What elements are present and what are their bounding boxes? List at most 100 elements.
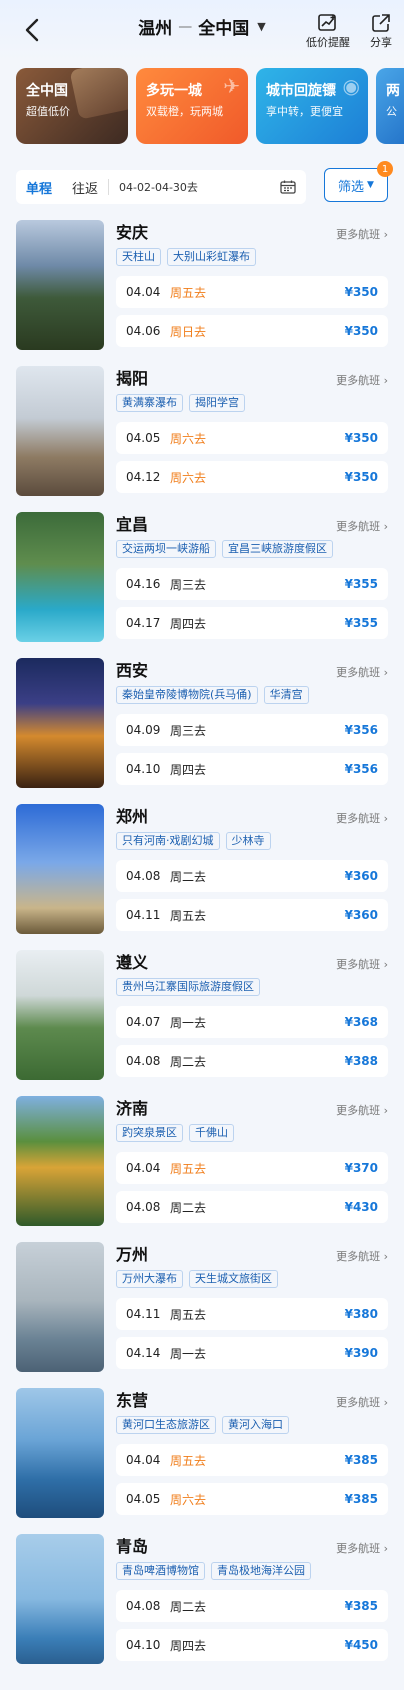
- destination-card[interactable]: 安庆 更多航班 › 天柱山 大别山彩虹瀑布 04.04 周五去 ¥350 04.06 周日去 ¥3…: [16, 214, 388, 360]
- flight-option-row[interactable]: 04.05 周六去 ¥350: [116, 422, 388, 454]
- more-flights-link[interactable]: 更多航班 ›: [336, 664, 388, 680]
- flight-option-row[interactable]: 04.08 周二去 ¥385: [116, 1590, 388, 1622]
- attraction-tag[interactable]: 黄满寨瀑布: [116, 394, 183, 412]
- destination-photo[interactable]: [16, 950, 104, 1080]
- attraction-tag[interactable]: 贵州乌江寨国际旅游度假区: [116, 978, 260, 996]
- destination-photo[interactable]: [16, 366, 104, 496]
- destination-card[interactable]: 遵义 更多航班 › 贵州乌江寨国际旅游度假区 04.07 周一去 ¥368 04.08 周二去…: [16, 944, 388, 1090]
- flight-price: ¥380: [344, 1307, 378, 1321]
- attraction-tag[interactable]: 天生城文旅街区: [189, 1270, 278, 1288]
- route-dash-icon: —: [178, 18, 193, 35]
- attraction-tag[interactable]: 天柱山: [116, 248, 161, 266]
- flight-price: ¥368: [344, 1015, 378, 1029]
- destination-card[interactable]: 宜昌 更多航班 › 交运两坝一峡游船 宜昌三峡旅游度假区 04.16 周三去 ¥355 04.…: [16, 506, 388, 652]
- attraction-tag[interactable]: 黄河入海口: [222, 1416, 289, 1434]
- more-flights-link[interactable]: 更多航班 ›: [336, 372, 388, 388]
- destination-card[interactable]: 青岛 更多航班 › 青岛啤酒博物馆 青岛极地海洋公园 04.08 周二去 ¥385 04.10…: [16, 1528, 388, 1674]
- attraction-tag[interactable]: 青岛极地海洋公园: [211, 1562, 311, 1580]
- destination-card[interactable]: 万州 更多航班 › 万州大瀑布 天生城文旅街区 04.11 周五去 ¥380 04.14 周一去…: [16, 1236, 388, 1382]
- flight-date: 04.11: [126, 908, 161, 922]
- destination-photo[interactable]: [16, 658, 104, 788]
- destination-photo[interactable]: [16, 1534, 104, 1664]
- filter-button[interactable]: 筛选 ▼ 1: [324, 161, 393, 202]
- more-flights-link[interactable]: 更多航班 ›: [336, 518, 388, 534]
- destination-card[interactable]: 济南 更多航班 › 趵突泉景区 千佛山 04.04 周五去 ¥370 04.08 周二去 ¥430: [16, 1090, 388, 1236]
- destination-photo[interactable]: [16, 1096, 104, 1226]
- share-button[interactable]: 分享: [370, 12, 392, 50]
- attraction-tag[interactable]: 黄河口生态旅游区: [116, 1416, 216, 1434]
- flight-option-row[interactable]: 04.08 周二去 ¥430: [116, 1191, 388, 1223]
- flight-weekday: 周五去: [170, 908, 207, 923]
- more-flights-link[interactable]: 更多航班 ›: [336, 956, 388, 972]
- attraction-tag[interactable]: 只有河南·戏剧幻城: [116, 832, 220, 850]
- more-flights-label: 更多航班: [336, 1542, 381, 1555]
- attraction-tag[interactable]: 千佛山: [189, 1124, 234, 1142]
- promo-card-two-cities[interactable]: ✈ 多玩一城 双载橙，玩两城: [136, 68, 248, 144]
- flight-weekday: 周一去: [170, 1346, 207, 1361]
- tab-oneway[interactable]: 单程: [16, 170, 62, 204]
- promo-card-partial[interactable]: 两 公: [376, 68, 404, 144]
- more-flights-link[interactable]: 更多航班 ›: [336, 1540, 388, 1556]
- attraction-tag[interactable]: 趵突泉景区: [116, 1124, 183, 1142]
- destination-card[interactable]: 西安 更多航班 › 秦始皇帝陵博物院(兵马俑) 华清宫 04.09 周三去 ¥356 04.1…: [16, 652, 388, 798]
- date-range[interactable]: 04-02-04-30去: [109, 179, 280, 195]
- destination-info: 宜昌 更多航班 › 交运两坝一峡游船 宜昌三峡旅游度假区 04.16 周三去 ¥355 04.…: [116, 512, 388, 652]
- promo-title: 全中国: [26, 83, 68, 99]
- flight-option-row[interactable]: 04.04 周五去 ¥385: [116, 1444, 388, 1476]
- flight-option-row[interactable]: 04.14 周一去 ¥390: [116, 1337, 388, 1369]
- destination-photo[interactable]: [16, 220, 104, 350]
- flight-option-row[interactable]: 04.06 周日去 ¥350: [116, 315, 388, 347]
- attraction-tag[interactable]: 交运两坝一峡游船: [116, 540, 216, 558]
- flight-option-row[interactable]: 04.07 周一去 ¥368: [116, 1006, 388, 1038]
- flight-option-row[interactable]: 04.12 周六去 ¥350: [116, 461, 388, 493]
- flight-option-row[interactable]: 04.09 周三去 ¥356: [116, 714, 388, 746]
- destination-card[interactable]: 郑州 更多航班 › 只有河南·戏剧幻城 少林寺 04.08 周二去 ¥360 04.11 周五去…: [16, 798, 388, 944]
- attraction-tag[interactable]: 秦始皇帝陵博物院(兵马俑): [116, 686, 258, 704]
- attraction-tag[interactable]: 青岛啤酒博物馆: [116, 1562, 205, 1580]
- more-flights-link[interactable]: 更多航班 ›: [336, 1102, 388, 1118]
- promo-card-boomerang[interactable]: ◉ 城市回旋镖 享中转，更便宜: [256, 68, 368, 144]
- promo-carousel[interactable]: 全中国 超值低价 ✈ 多玩一城 双载橙，玩两城 ◉ 城市回旋镖 享中转，更便宜 …: [0, 60, 404, 148]
- destination-photo[interactable]: [16, 1242, 104, 1372]
- flight-weekday: 周五去: [170, 1453, 207, 1468]
- attraction-tag[interactable]: 大别山彩虹瀑布: [167, 248, 256, 266]
- attraction-tags: 黄满寨瀑布 揭阳学宫: [116, 394, 388, 414]
- flight-option-row[interactable]: 04.08 周二去 ¥388: [116, 1045, 388, 1077]
- attraction-tag[interactable]: 少林寺: [225, 832, 271, 850]
- flight-price: ¥356: [344, 762, 378, 776]
- flight-option-row[interactable]: 04.17 周四去 ¥355: [116, 607, 388, 639]
- flight-option-row[interactable]: 04.04 周五去 ¥370: [116, 1152, 388, 1184]
- flight-option-row[interactable]: 04.04 周五去 ¥350: [116, 276, 388, 308]
- more-flights-link[interactable]: 更多航班 ›: [336, 1248, 388, 1264]
- destination-photo[interactable]: [16, 804, 104, 934]
- promo-card-all-china[interactable]: 全中国 超值低价: [16, 68, 128, 144]
- destination-card[interactable]: 东营 更多航班 › 黄河口生态旅游区 黄河入海口 04.04 周五去 ¥385 04.05 周六…: [16, 1382, 388, 1528]
- calendar-icon[interactable]: [280, 180, 296, 194]
- attraction-tag[interactable]: 揭阳学宫: [189, 394, 245, 412]
- destination-card[interactable]: 揭阳 更多航班 › 黄满寨瀑布 揭阳学宫 04.05 周六去 ¥350 04.12 周六去 ¥35…: [16, 360, 388, 506]
- flight-date: 04.05: [126, 1492, 161, 1506]
- flight-option-row[interactable]: 04.05 周六去 ¥385: [116, 1483, 388, 1515]
- flight-option-row[interactable]: 04.08 周二去 ¥360: [116, 860, 388, 892]
- flight-option-row[interactable]: 04.11 周五去 ¥360: [116, 899, 388, 931]
- flight-option-row[interactable]: 04.10 周四去 ¥450: [116, 1629, 388, 1661]
- attraction-tag[interactable]: 万州大瀑布: [116, 1270, 183, 1288]
- more-flights-label: 更多航班: [336, 1250, 381, 1263]
- more-flights-link[interactable]: 更多航班 ›: [336, 810, 388, 826]
- more-flights-link[interactable]: 更多航班 ›: [336, 226, 388, 242]
- destination-photo[interactable]: [16, 1388, 104, 1518]
- flight-option-row[interactable]: 04.11 周五去 ¥380: [116, 1298, 388, 1330]
- flight-weekday: 周二去: [170, 1054, 207, 1069]
- flight-option-row[interactable]: 04.16 周三去 ¥355: [116, 568, 388, 600]
- flight-date: 04.08: [126, 1054, 161, 1068]
- flight-date: 04.09: [126, 723, 161, 737]
- flight-option-row[interactable]: 04.10 周四去 ¥356: [116, 753, 388, 785]
- flight-price: ¥450: [344, 1638, 378, 1652]
- price-alert-button[interactable]: 低价提醒: [306, 12, 350, 50]
- destination-photo[interactable]: [16, 512, 104, 642]
- chevron-right-icon: ›: [380, 1250, 388, 1263]
- attraction-tag[interactable]: 宜昌三峡旅游度假区: [222, 540, 333, 558]
- tab-roundtrip[interactable]: 往返: [62, 170, 108, 204]
- attraction-tag[interactable]: 华清宫: [263, 686, 309, 704]
- more-flights-link[interactable]: 更多航班 ›: [336, 1394, 388, 1410]
